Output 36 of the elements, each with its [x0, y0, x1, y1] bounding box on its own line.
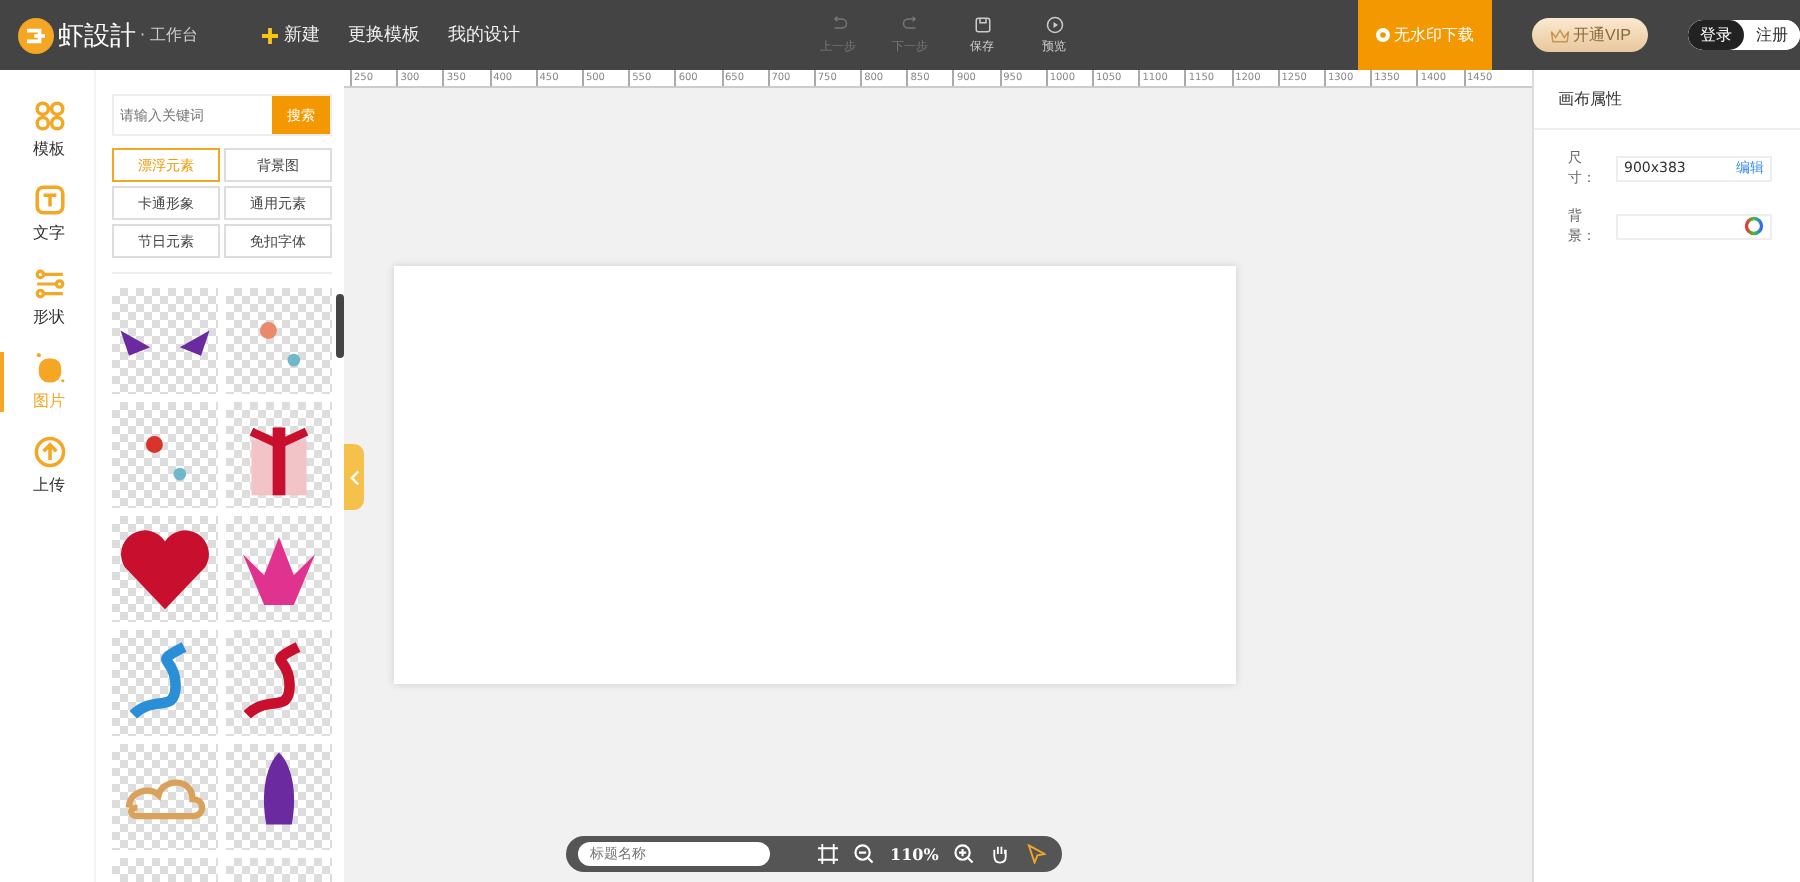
- shape-icon: [33, 268, 65, 300]
- save-icon: [973, 15, 991, 33]
- preview-icon: [1045, 15, 1063, 33]
- upload-icon: [33, 436, 65, 468]
- nav-link[interactable]: 我的设计: [448, 22, 520, 48]
- zoom-out-icon[interactable]: [854, 844, 874, 864]
- hand-icon[interactable]: [990, 844, 1011, 864]
- logo-icon: [18, 17, 54, 53]
- vip-button[interactable]: 开通VIP: [1532, 18, 1648, 52]
- chevron-left-icon: [349, 469, 359, 485]
- background-color-field[interactable]: [1616, 213, 1772, 239]
- scrollbar[interactable]: [336, 294, 344, 358]
- sidebar-item[interactable]: 上传: [0, 436, 94, 496]
- panel-title: 画布属性: [1534, 70, 1800, 130]
- sidebar-item[interactable]: 模板: [0, 100, 94, 160]
- workspace-label: · 工作台: [140, 24, 199, 46]
- nav-link[interactable]: 更换模板: [348, 22, 420, 48]
- sidebar-item[interactable]: 形状: [0, 268, 94, 328]
- pointer-icon[interactable]: [1026, 844, 1047, 864]
- download-icon: [1376, 28, 1390, 42]
- color-wheel-icon[interactable]: [1744, 216, 1764, 236]
- nav-link[interactable]: 新建: [262, 22, 320, 48]
- auth-button[interactable]: 登录: [1688, 20, 1744, 50]
- crop-icon[interactable]: [818, 844, 838, 864]
- logo-text: 虾設計: [58, 19, 136, 53]
- redo-icon: [901, 15, 919, 33]
- text-icon: [33, 184, 65, 216]
- crown-icon: [1549, 27, 1570, 43]
- image-icon: [33, 352, 65, 384]
- template-icon: [33, 100, 65, 132]
- zoom-level: 110%: [890, 844, 939, 864]
- undo-icon: [829, 15, 847, 33]
- zoom-in-icon[interactable]: [954, 844, 975, 864]
- plus-icon: [262, 27, 278, 43]
- sidebar-item[interactable]: 文字: [0, 184, 94, 244]
- collapse-handle[interactable]: [344, 444, 364, 510]
